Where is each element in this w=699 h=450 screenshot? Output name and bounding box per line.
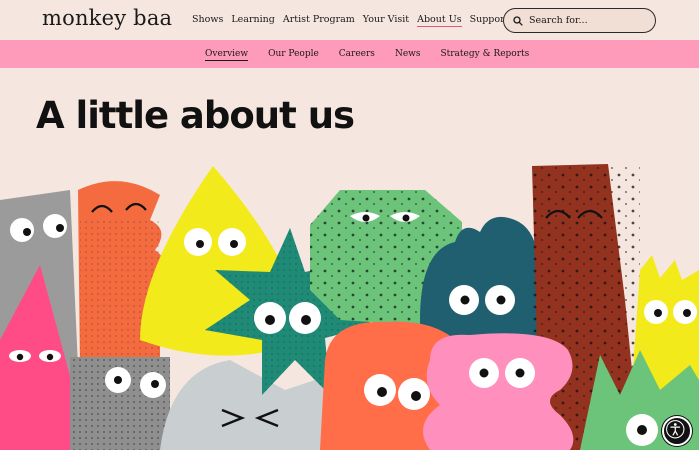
- pink-blob-creature: [422, 333, 574, 450]
- page-title: A little about us: [36, 94, 355, 137]
- search-input[interactable]: [529, 15, 649, 26]
- main-nav: Shows Learning Artist Program Your Visit…: [192, 14, 532, 27]
- accessibility-icon: [666, 420, 685, 439]
- subnav-item-careers[interactable]: Careers: [339, 49, 375, 61]
- subnav-item-news[interactable]: News: [395, 49, 421, 61]
- nav-item-learning[interactable]: Learning: [231, 14, 275, 27]
- nav-item-artist-program[interactable]: Artist Program: [283, 14, 355, 27]
- subnav-item-our-people[interactable]: Our People: [268, 49, 319, 61]
- accessibility-button[interactable]: [662, 416, 692, 446]
- search-box[interactable]: [503, 8, 656, 33]
- subnav-item-strategy-reports[interactable]: Strategy & Reports: [440, 49, 529, 61]
- nav-item-your-visit[interactable]: Your Visit: [363, 14, 409, 27]
- squint-creature: [160, 360, 330, 450]
- sub-nav: Overview Our People Careers News Strateg…: [0, 40, 699, 68]
- nav-item-about-us[interactable]: About Us: [417, 14, 462, 27]
- brand-logo[interactable]: monkey baa: [42, 6, 172, 30]
- search-icon[interactable]: [513, 15, 523, 26]
- hero-illustration: [0, 164, 699, 450]
- nav-item-shows[interactable]: Shows: [192, 14, 223, 27]
- subnav-item-overview[interactable]: Overview: [205, 49, 249, 61]
- top-header: monkey baa Shows Learning Artist Program…: [0, 0, 699, 40]
